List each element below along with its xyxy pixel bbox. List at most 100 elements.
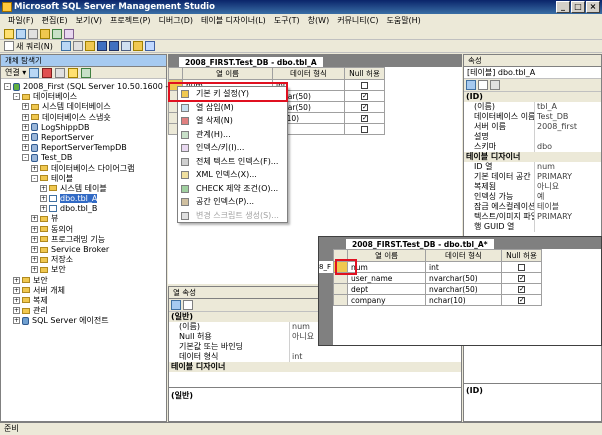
cell-name[interactable]: num <box>347 261 426 273</box>
menu-item-1[interactable]: 편집(E) <box>38 14 72 28</box>
null-checkbox[interactable] <box>518 264 525 271</box>
tree-node[interactable]: + 시스템 데이터베이스 <box>1 102 166 112</box>
tree-node[interactable]: + 서버 개체 <box>1 286 166 296</box>
collapse-icon[interactable]: - <box>22 154 29 162</box>
close-button[interactable]: × <box>586 1 600 13</box>
property-row[interactable]: 행 GUID 열 <box>464 222 601 232</box>
expand-icon[interactable]: + <box>22 144 29 152</box>
property-pages-icon[interactable] <box>490 80 500 90</box>
open-file-icon[interactable] <box>84 41 95 51</box>
folder-icon[interactable] <box>132 41 143 51</box>
null-checkbox[interactable]: ✓ <box>518 286 525 293</box>
property-value[interactable]: PRIMARY <box>534 172 572 182</box>
property-value[interactable]: num <box>534 162 555 172</box>
property-section[interactable]: (ID) <box>464 92 601 102</box>
collapse-icon[interactable]: - <box>4 83 11 90</box>
cell-name[interactable]: company <box>347 294 426 306</box>
property-row[interactable]: 텍스트/이미지 파일 PRIMARY <box>464 212 601 222</box>
maximize-button[interactable]: □ <box>571 1 585 13</box>
save-icon[interactable] <box>96 41 107 51</box>
expand-icon[interactable]: + <box>13 317 20 325</box>
expand-icon[interactable]: + <box>40 205 47 213</box>
minimize-button[interactable]: _ <box>556 1 570 13</box>
lightning-icon[interactable] <box>4 28 14 39</box>
menu-item-9[interactable]: 도움말(H) <box>382 14 424 28</box>
property-row[interactable]: 서버 이름 2008_first <box>464 122 601 132</box>
expand-icon[interactable]: + <box>40 195 47 203</box>
tree-node[interactable]: + dbo.tbl_B <box>1 204 166 214</box>
cell-name[interactable]: dept <box>347 283 426 295</box>
tree-node[interactable]: + 동의어 <box>1 225 166 235</box>
null-checkbox[interactable]: ✓ <box>518 275 525 282</box>
property-value[interactable]: 예 <box>534 192 544 202</box>
expand-icon[interactable]: + <box>40 184 47 192</box>
cell-name[interactable]: user_name <box>347 272 426 284</box>
tree-node[interactable]: + 데이터베이스 스냅숏 <box>1 113 166 123</box>
tree-node[interactable]: + 시스템 테이블 <box>1 184 166 194</box>
table-row[interactable]: company nchar(10) ✓ <box>333 294 542 306</box>
context-menu-item[interactable]: 열 삽입(M) <box>178 101 287 115</box>
tree-node[interactable]: - 테이블 <box>1 174 166 184</box>
row-selector[interactable] <box>333 283 348 295</box>
property-row[interactable]: 잠금 에스컬레이션 테이블 <box>464 202 601 212</box>
refresh-icon[interactable] <box>81 67 92 78</box>
property-row[interactable]: 복제됨 아니요 <box>464 182 601 192</box>
column-header[interactable]: Null 허용 <box>501 249 542 262</box>
window-icon[interactable] <box>144 41 155 51</box>
property-value[interactable]: num <box>289 322 310 332</box>
expand-icon[interactable]: + <box>31 215 38 223</box>
property-value[interactable]: 테이블 <box>534 202 559 212</box>
tree-node[interactable]: + ReportServer <box>1 133 166 143</box>
connect-icon[interactable] <box>29 67 40 78</box>
property-section[interactable]: 테이블 디자이너 <box>169 362 461 372</box>
property-value[interactable]: dbo <box>534 142 552 152</box>
stop-icon[interactable] <box>55 67 66 78</box>
expand-icon[interactable]: + <box>22 113 29 121</box>
property-row[interactable]: 데이터베이스 이름 Test_DB <box>464 112 601 122</box>
filter-icon[interactable] <box>68 67 79 78</box>
context-menu-item[interactable]: CHECK 제약 조건(O)... <box>178 182 287 196</box>
property-section[interactable]: 테이블 디자이너 <box>464 152 601 162</box>
categorized-icon[interactable] <box>466 80 476 90</box>
null-checkbox[interactable] <box>361 126 368 133</box>
tree-node[interactable]: - 데이터베이스 <box>1 92 166 102</box>
menu-item-7[interactable]: 창(W) <box>304 14 334 28</box>
expand-icon[interactable]: + <box>31 225 38 233</box>
tree-node[interactable]: + Service Broker <box>1 245 166 255</box>
tree-node[interactable]: + ReportServerTempDB <box>1 143 166 153</box>
expand-icon[interactable]: + <box>13 276 20 284</box>
collapse-icon[interactable]: - <box>13 93 20 101</box>
context-menu-item[interactable]: 관계(H)... <box>178 128 287 142</box>
property-value[interactable] <box>534 132 537 142</box>
new-query-button[interactable]: 새 쿼리(N) <box>16 41 53 52</box>
tree-node[interactable]: + 뷰 <box>1 214 166 224</box>
menu-item-0[interactable]: 파일(F) <box>4 14 38 28</box>
property-value[interactable]: 아니요 <box>289 332 314 342</box>
property-row[interactable]: 데이터 형식 int <box>169 352 461 362</box>
tree-node[interactable]: + 복제 <box>1 296 166 306</box>
expand-icon[interactable]: + <box>22 123 29 131</box>
context-menu-item[interactable]: 변경 스크립트 생성(S)... <box>178 209 287 223</box>
property-value[interactable]: 2008_first <box>534 122 577 132</box>
cell-type[interactable]: nchar(10) <box>425 294 502 306</box>
overlay-tab[interactable]: 2008_FIRST.Test_DB - dbo.tbl_A* <box>345 238 495 249</box>
menu-item-5[interactable]: 테이블 디자이너(L) <box>197 14 270 28</box>
cell-type[interactable]: int <box>425 261 502 273</box>
property-row[interactable]: 인덱싱 가능 예 <box>464 192 601 202</box>
expand-icon[interactable]: + <box>13 286 20 294</box>
tree-node[interactable]: + SQL Server 에이전트 <box>1 316 166 326</box>
table-row[interactable]: user_name nvarchar(50) ✓ <box>333 272 542 284</box>
context-menu-item[interactable]: 인덱스/키(I)... <box>178 141 287 155</box>
menu-item-4[interactable]: 디버그(D) <box>155 14 197 28</box>
cell-type[interactable]: nvarchar(50) <box>425 272 502 284</box>
tree-node[interactable]: + 보안 <box>1 265 166 275</box>
table-row[interactable]: num int <box>333 261 542 273</box>
tree-node[interactable]: + LogShippDB <box>1 123 166 133</box>
tree-node[interactable]: + 데이터베이스 다이어그램 <box>1 164 166 174</box>
property-row[interactable]: ID 열 num <box>464 162 601 172</box>
property-row[interactable]: 기본 데이터 공간 PRIMARY <box>464 172 601 182</box>
menu-item-8[interactable]: 커뮤니티(C) <box>333 14 382 28</box>
table-icon[interactable] <box>16 28 26 39</box>
context-menu-item[interactable]: XML 인덱스(X)... <box>178 168 287 182</box>
column-header[interactable]: Null 허용 <box>344 67 385 80</box>
